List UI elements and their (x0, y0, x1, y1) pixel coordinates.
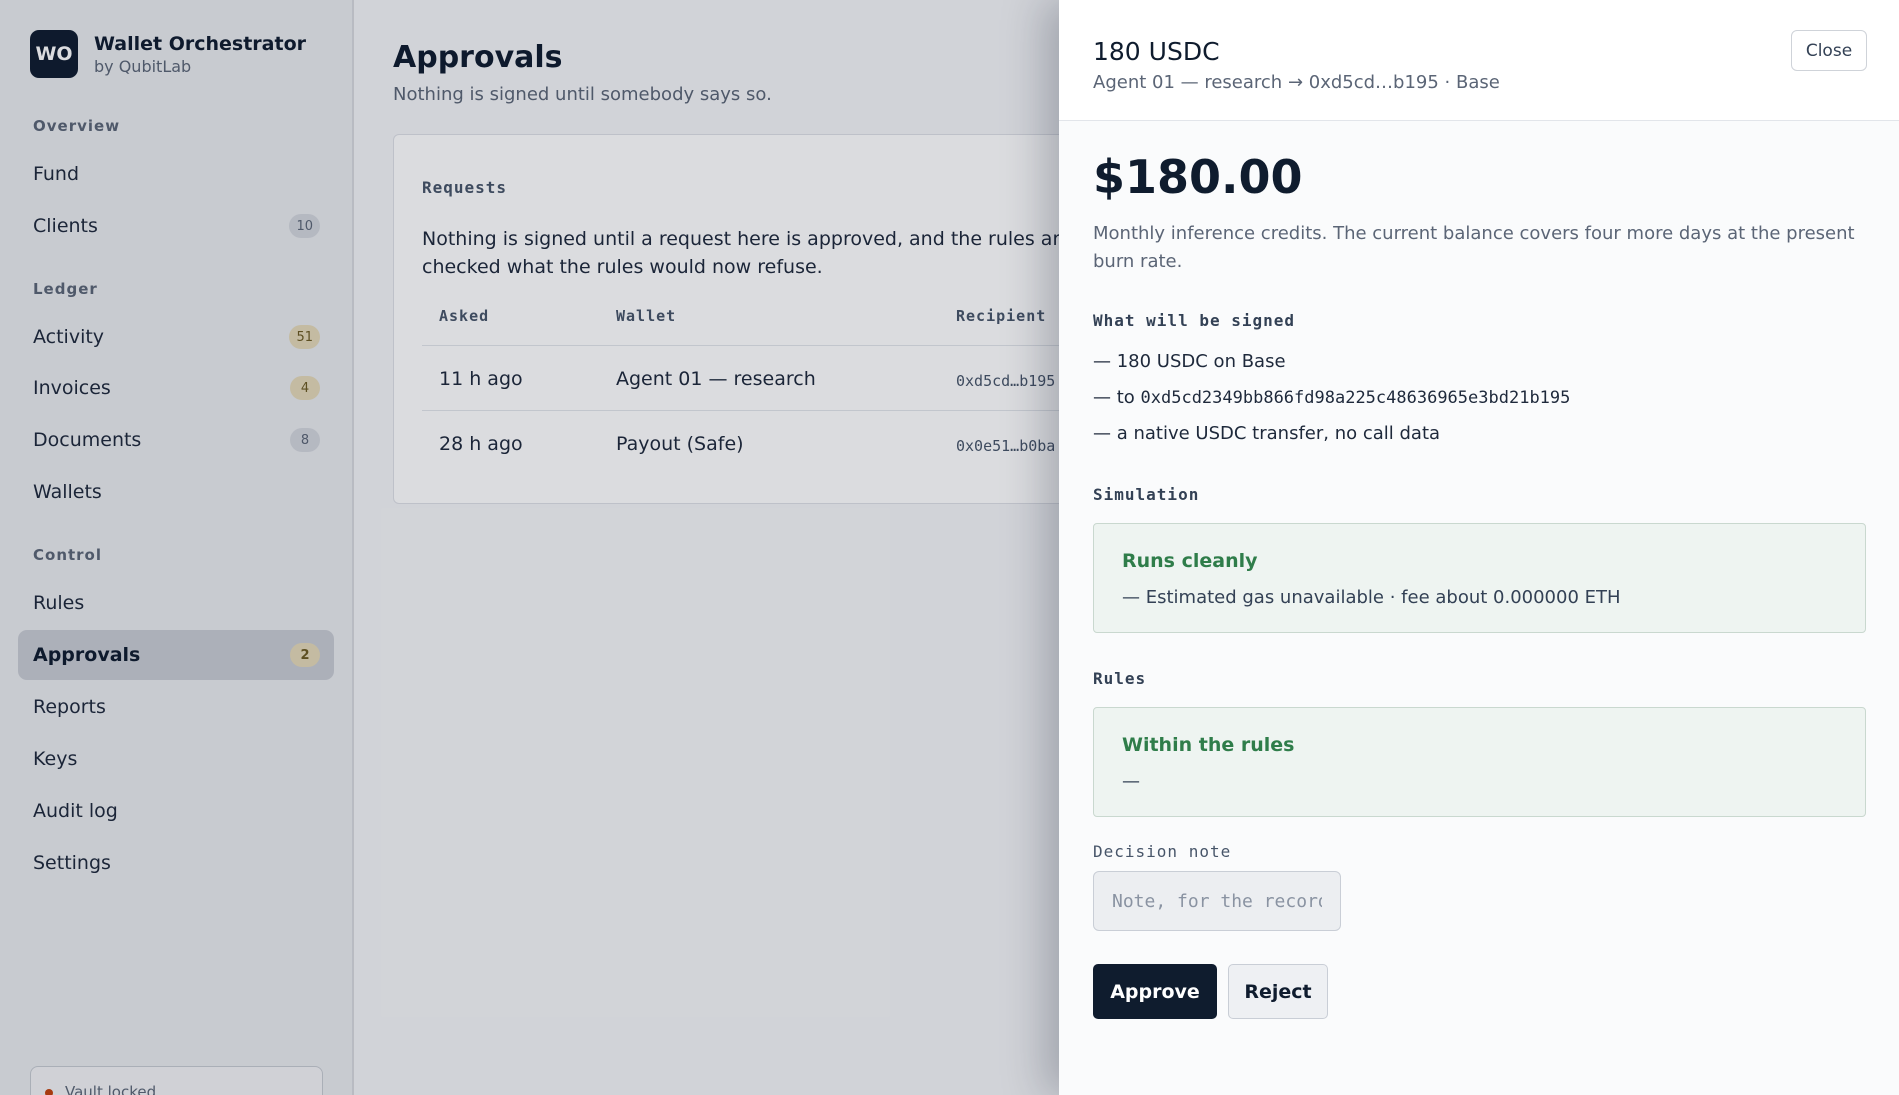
simulation-detail: — Estimated gas unavailable · fee about … (1122, 587, 1621, 608)
drawer-title: 180 USDC (1093, 37, 1220, 66)
simulation-panel: Runs cleanly — Estimated gas unavailable… (1093, 523, 1866, 633)
close-button[interactable]: Close (1791, 30, 1867, 71)
signed-item-prefix: — to (1093, 387, 1141, 408)
rules-panel: Within the rules — (1093, 707, 1866, 817)
recipient-address: 0xd5cd2349bb866fd98a225c48636965e3bd21b1… (1140, 388, 1571, 408)
rules-status: Within the rules (1122, 734, 1295, 756)
simulation-status: Runs cleanly (1122, 550, 1258, 572)
approve-button[interactable]: Approve (1093, 964, 1217, 1019)
section-label-rules: Rules (1093, 669, 1147, 688)
rules-detail: — (1122, 771, 1140, 792)
decision-note-label: Decision note (1093, 842, 1232, 861)
reject-button[interactable]: Reject (1228, 964, 1328, 1019)
signed-item: — to 0xd5cd2349bb866fd98a225c48636965e3b… (1093, 387, 1570, 408)
approval-drawer: 180 USDC Agent 01 — research → 0xd5cd…b1… (1059, 0, 1899, 1095)
signed-item: — a native USDC transfer, no call data (1093, 423, 1441, 444)
drawer-subtitle: Agent 01 — research → 0xd5cd…b195 · Base (1093, 72, 1500, 93)
amount-display: $180.00 (1093, 150, 1303, 204)
section-label-signed: What will be signed (1093, 311, 1296, 330)
signed-item: — 180 USDC on Base (1093, 351, 1286, 372)
section-label-simulation: Simulation (1093, 485, 1200, 504)
request-memo: Monthly inference credits. The current b… (1093, 223, 1855, 272)
modal-backdrop[interactable] (0, 0, 1059, 1095)
decision-note-input[interactable] (1093, 871, 1341, 931)
drawer-header: 180 USDC Agent 01 — research → 0xd5cd…b1… (1059, 0, 1899, 121)
